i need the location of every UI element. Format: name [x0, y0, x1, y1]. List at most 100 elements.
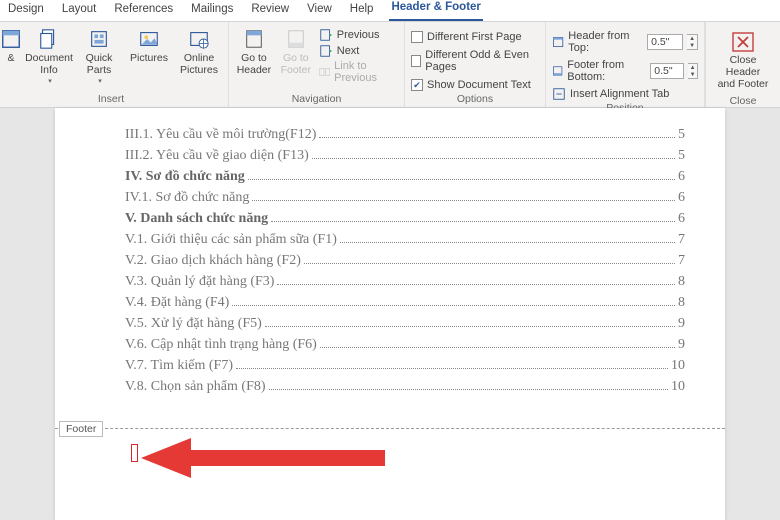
toc-dots	[271, 215, 675, 222]
toc-line: III.1. Yêu cầu về môi trường(F12)5	[125, 127, 685, 143]
previous-icon	[319, 28, 333, 42]
header-icon	[0, 28, 23, 50]
tab-header-footer[interactable]: Header & Footer	[389, 0, 482, 21]
toc-line: V.2. Giao dịch khách hàng (F2) 7	[125, 253, 685, 269]
toc-line: IV. Sơ đồ chức năng 6	[125, 169, 685, 185]
footer-bottom-spinner[interactable]: ▲▼	[688, 63, 698, 79]
toc-dots	[252, 194, 675, 201]
toc-text: V.4. Đặt hàng (F4)	[125, 295, 229, 311]
header-top-input[interactable]: 0.5"	[647, 34, 683, 50]
checkbox-icon	[411, 31, 423, 43]
document-page[interactable]: III.1. Yêu cầu về môi trường(F12)5 III.2.…	[55, 108, 725, 520]
next-icon	[319, 44, 333, 58]
different-odd-even-checkbox[interactable]: Different Odd & Even Pages	[411, 48, 539, 74]
toc-page: 7	[678, 232, 685, 248]
tab-review[interactable]: Review	[249, 0, 291, 21]
goto-header-button[interactable]: Go to Header	[235, 26, 273, 78]
toc-text: V.7. Tìm kiếm (F7)	[125, 358, 233, 374]
annotation-arrow	[135, 428, 395, 498]
alignment-tab-icon	[552, 87, 566, 101]
toc-text: V.6. Cập nhật tình trạng hàng (F6)	[125, 337, 317, 353]
toc-dots	[248, 173, 675, 180]
pictures-button[interactable]: Pictures	[126, 26, 172, 66]
online-pictures-icon	[187, 28, 211, 50]
toc-line: V.4. Đặt hàng (F4) 8	[125, 295, 685, 311]
group-label-close: Close	[712, 94, 774, 107]
footer-divider	[55, 428, 725, 429]
online-pictures-button[interactable]: Online Pictures	[176, 26, 222, 78]
pictures-icon	[137, 28, 161, 50]
ribbon-tabs: Design Layout References Mailings Review…	[0, 0, 780, 22]
toc-dots	[269, 383, 668, 390]
toc-line: III.2. Yêu cầu về giao diện (F13) 5	[125, 148, 685, 164]
show-document-text-checkbox[interactable]: ✔ Show Document Text	[411, 78, 539, 92]
toc-dots	[232, 299, 675, 306]
toc-text: V.5. Xử lý đặt hàng (F5)	[125, 316, 262, 332]
toc-page: 9	[678, 316, 685, 332]
next-button[interactable]: Next	[319, 44, 398, 58]
toc-text: V.2. Giao dịch khách hàng (F2)	[125, 253, 301, 269]
header-top-icon	[552, 35, 564, 49]
toc-page: 8	[678, 295, 685, 311]
tab-design[interactable]: Design	[6, 0, 46, 21]
toc-line: V.5. Xử lý đặt hàng (F5) 9	[125, 316, 685, 332]
toc-text: V.8. Chọn sản phẩm (F8)	[125, 379, 266, 395]
toc-line: V.3. Quản lý đặt hàng (F3) 8	[125, 274, 685, 290]
tab-references[interactable]: References	[112, 0, 175, 21]
toc-line: V. Danh sách chức năng6	[125, 211, 685, 227]
group-label-options: Options	[411, 92, 539, 105]
toc-dots	[304, 257, 675, 264]
toc-page: 7	[678, 253, 685, 269]
footer-bottom-input[interactable]: 0.5"	[650, 63, 684, 79]
toc-dots	[340, 236, 675, 243]
close-icon	[730, 30, 756, 54]
header-from-top-row: Header from Top: 0.5" ▲▼	[552, 29, 698, 55]
document-info-button[interactable]: Document Info▾	[26, 26, 72, 90]
toc-page: 8	[678, 274, 685, 290]
previous-button[interactable]: Previous	[319, 28, 398, 42]
toc-dots	[265, 320, 675, 327]
ribbon-partial-button[interactable]: &	[0, 26, 22, 66]
checkbox-icon	[411, 55, 421, 67]
toc-text: III.2. Yêu cầu về giao diện (F13)	[125, 148, 309, 164]
quick-parts-button[interactable]: Quick Parts▾	[76, 26, 122, 90]
goto-footer-icon	[284, 28, 308, 50]
tab-view[interactable]: View	[305, 0, 334, 21]
toc-page: 10	[671, 379, 685, 395]
toc-text: V. Danh sách chức năng	[125, 211, 268, 227]
ribbon: & Document Info▾ Quick Parts▾ Pictures O…	[0, 22, 780, 108]
toc-line: IV.1. Sơ đồ chức năng6	[125, 190, 685, 206]
toc-page: 6	[678, 190, 685, 206]
footer-from-bottom-row: Footer from Bottom: 0.5" ▲▼	[552, 58, 698, 84]
toc-text: V.3. Quản lý đặt hàng (F3)	[125, 274, 274, 290]
different-first-page-checkbox[interactable]: Different First Page	[411, 30, 539, 44]
toc-page: 10	[671, 358, 685, 374]
group-label-insert: Insert	[0, 92, 222, 105]
link-icon	[319, 65, 330, 79]
toc-text: V.1. Giới thiệu các sản phẩm sữa (F1)	[125, 232, 337, 248]
toc-dots	[236, 362, 668, 369]
document-workspace: III.1. Yêu cầu về môi trường(F12)5 III.2.…	[0, 108, 780, 520]
toc-dots	[320, 341, 675, 348]
quick-parts-icon	[87, 28, 111, 50]
toc-line: V.1. Giới thiệu các sản phẩm sữa (F1) 7	[125, 232, 685, 248]
toc-dots	[312, 152, 675, 159]
toc-dots	[277, 278, 675, 285]
toc-line: V.6. Cập nhật tình trạng hàng (F6)9	[125, 337, 685, 353]
insert-alignment-tab-button[interactable]: Insert Alignment Tab	[552, 87, 698, 101]
tab-mailings[interactable]: Mailings	[189, 0, 235, 21]
toc-line: V.8. Chọn sản phẩm (F8) 10	[125, 379, 685, 395]
toc-page: 6	[678, 169, 685, 185]
footer-bottom-icon	[552, 64, 563, 78]
footer-tag: Footer	[59, 421, 103, 437]
close-header-footer-button[interactable]: Close Header and Footer	[712, 26, 774, 94]
goto-footer-button: Go to Footer	[277, 26, 315, 78]
tab-layout[interactable]: Layout	[60, 0, 99, 21]
toc-page: 5	[678, 148, 685, 164]
checkbox-checked-icon: ✔	[411, 79, 423, 91]
tab-help[interactable]: Help	[348, 0, 376, 21]
toc-text: IV. Sơ đồ chức năng	[125, 169, 245, 185]
toc-content: III.1. Yêu cầu về môi trường(F12)5 III.2.…	[55, 108, 725, 395]
text-cursor	[131, 444, 138, 462]
header-top-spinner[interactable]: ▲▼	[687, 34, 698, 50]
